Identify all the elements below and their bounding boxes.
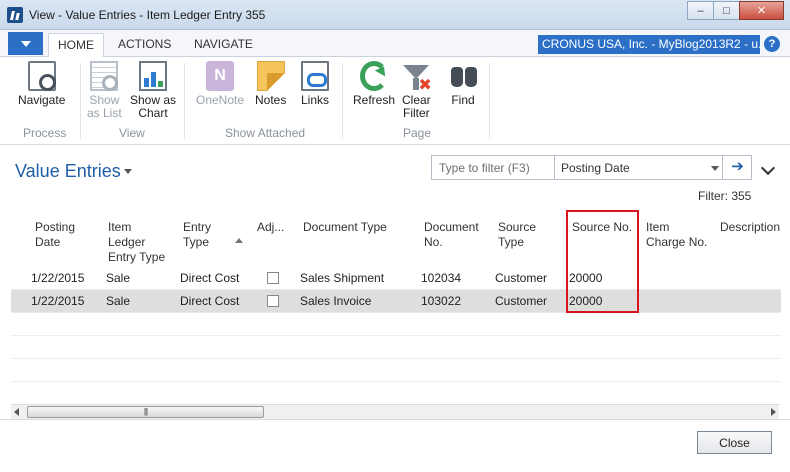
help-icon[interactable]: ? [764,36,780,52]
onenote-label: OneNote [196,93,245,107]
cell-posting-date: 1/22/2015 [31,271,85,285]
navigate-icon [27,61,56,91]
onenote-icon: N [206,61,235,91]
tab-actions[interactable]: ACTIONS [109,33,180,58]
notes-button[interactable]: Notes [255,61,286,107]
cell-entry-type: Direct Cost [180,294,240,308]
table-row-selected[interactable]: 1/22/2015 Sale Direct Cost Sales Invoice… [11,290,781,313]
footer [0,419,790,472]
column-header-adjustment[interactable]: Adj... [257,220,284,235]
group-divider [342,63,343,139]
company-indicator[interactable]: CRONUS USA, Inc. - MyBlog2013R2 - u... [538,35,760,54]
close-window-button[interactable]: ✕ [739,1,784,20]
show-as-chart-button[interactable]: Show as Chart [130,61,176,120]
filter-box: Posting Date ➔ [431,155,752,180]
empty-row [11,313,781,336]
window-controls: – □ ✕ [687,1,784,20]
cell-item-ledger-entry-type: Sale [106,271,131,285]
column-header-item-ledger-entry-type[interactable]: Item Ledger Entry Type [108,220,165,265]
group-divider [80,63,81,139]
chevron-down-icon[interactable] [711,166,719,171]
column-header-description[interactable]: Description [720,220,780,235]
cell-source-no: 20000 [569,294,603,308]
refresh-label: Refresh [353,93,396,107]
group-label-page: Page [403,126,432,140]
close-button[interactable]: Close [697,431,772,454]
group-label-view: View [119,126,145,140]
refresh-button[interactable]: Refresh [353,61,395,107]
value-entries-grid: Posting Date Item Ledger Entry Type Entr… [11,210,781,418]
refresh-icon [360,61,389,91]
filter-summary: Filter: 355 [698,189,752,203]
empty-row [11,382,781,405]
cell-source-no: 20000 [569,271,603,285]
column-header-document-type[interactable]: Document Type [303,220,387,235]
cell-source-type: Customer [495,271,548,285]
scroll-right-icon[interactable] [771,408,776,416]
chevron-down-icon [20,40,31,47]
links-label: Links [301,93,330,107]
show-as-chart-label-2: Chart [138,106,168,120]
filter-input[interactable] [432,156,555,179]
adjustment-checkbox[interactable] [267,272,279,284]
links-button[interactable]: Links [301,61,329,107]
onenote-button[interactable]: N OneNote [196,61,244,107]
table-row[interactable]: 1/22/2015 Sale Direct Cost Sales Shipmen… [11,267,781,290]
show-as-chart-icon [139,61,168,91]
filter-field-select[interactable]: Posting Date [561,161,630,175]
show-as-list-button[interactable]: Show as List [87,61,122,120]
horizontal-scrollbar[interactable]: ||| [11,404,779,419]
column-header-entry-type[interactable]: Entry Type [183,220,211,250]
navigate-label: Navigate [18,93,66,107]
cell-document-type: Sales Shipment [300,271,385,285]
cell-source-type: Customer [495,294,548,308]
clear-filter-button[interactable]: Clear Filter [402,61,432,120]
group-divider [489,63,490,139]
empty-row [11,359,781,382]
column-header-source-no[interactable]: Source No. [572,220,632,235]
group-label-show-attached: Show Attached [225,126,306,140]
find-label: Find [451,93,475,107]
scroll-left-icon[interactable] [14,408,19,416]
column-header-item-charge-no[interactable]: Item Charge No. [646,220,707,250]
chevron-down-icon[interactable] [124,169,132,174]
notes-label: Notes [255,93,287,107]
find-icon [449,61,477,91]
tab-home[interactable]: HOME [48,33,104,58]
notes-icon [256,61,285,91]
app-logo-icon [7,7,23,23]
column-header-document-no[interactable]: Document No. [424,220,479,250]
application-menu-button[interactable] [8,32,43,55]
ribbon-home: Navigate Process Show as List Show as Ch… [0,57,790,145]
tab-navigate[interactable]: NAVIGATE [185,33,262,58]
cell-document-no[interactable]: 102034 [421,271,461,285]
window-title: View - Value Entries - Item Ledger Entry… [29,8,266,22]
find-button[interactable]: Find [449,61,477,107]
navigate-button[interactable]: Navigate [18,61,65,107]
clear-filter-icon [403,65,432,92]
show-as-list-icon [90,61,119,91]
cell-entry-type: Direct Cost [180,271,240,285]
clear-filter-label-2: Filter [403,106,430,120]
title-bar: View - Value Entries - Item Ledger Entry… [0,0,790,30]
column-header-source-type[interactable]: Source Type [498,220,536,250]
cell-document-no[interactable]: 103022 [421,294,461,308]
cell-posting-date: 1/22/2015 [31,294,85,308]
links-icon [301,61,329,91]
group-divider [184,63,185,139]
column-header-posting-date[interactable]: Posting Date [35,220,75,250]
sort-ascending-icon [235,238,243,243]
collapse-chevron-icon[interactable] [760,160,776,176]
adjustment-checkbox[interactable] [267,295,279,307]
show-as-list-label-2: as List [87,106,122,120]
maximize-button[interactable]: □ [713,1,740,20]
scroll-thumb[interactable]: ||| [27,406,264,418]
minimize-button[interactable]: – [687,1,714,20]
cell-item-ledger-entry-type: Sale [106,294,131,308]
apply-filter-arrow-icon[interactable]: ➔ [722,156,752,179]
cell-document-type: Sales Invoice [300,294,372,308]
group-label-process: Process [23,126,67,140]
page-title[interactable]: Value Entries [15,161,121,182]
empty-row [11,336,781,359]
